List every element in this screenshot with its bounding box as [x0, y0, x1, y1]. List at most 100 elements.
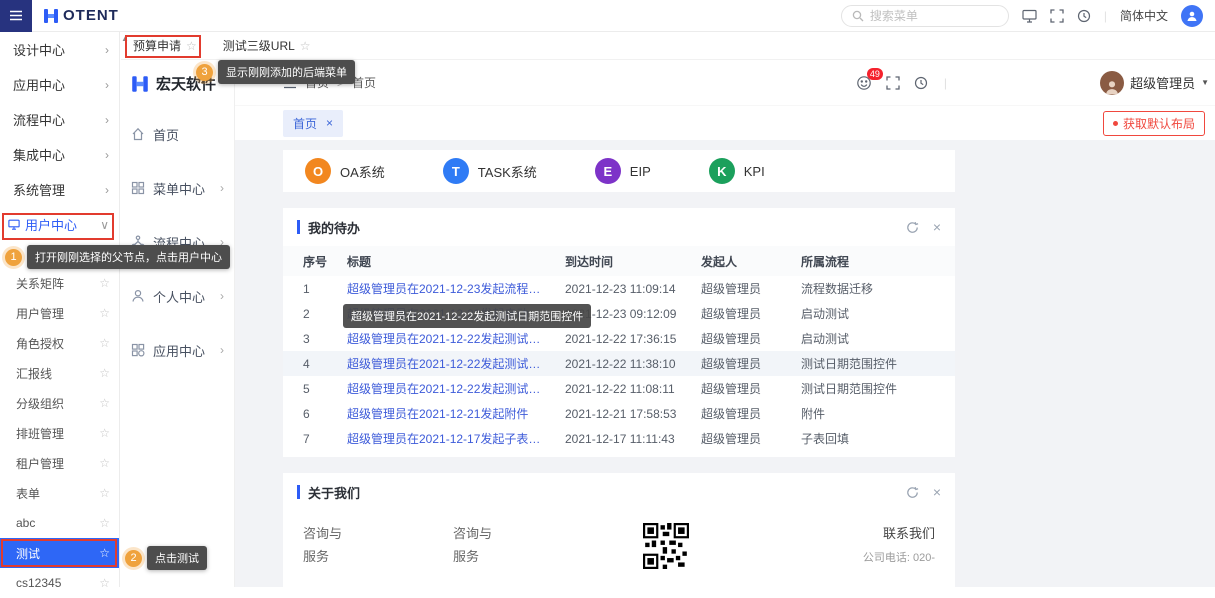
about-body: 咨询与 服务 咨询与 服务: [283, 511, 955, 587]
monitor-icon[interactable]: [1022, 9, 1037, 23]
topbar-avatar[interactable]: [1181, 5, 1203, 27]
sidebar-subitem-abc[interactable]: abc ☆: [0, 508, 119, 538]
favorite-star-icon[interactable]: ☆: [300, 39, 311, 53]
task-system-icon: T: [443, 158, 469, 184]
favorites-tabstrip: 预算申请 ☆ 测试三级URL ☆: [121, 32, 1215, 60]
menu-label: 首页: [153, 125, 179, 144]
search-input[interactable]: [870, 9, 998, 23]
favorite-star-icon[interactable]: ☆: [99, 516, 110, 530]
hamburger-icon: [9, 10, 23, 21]
sidebar-subitem-test[interactable]: 测试 ☆: [0, 538, 119, 568]
sidebar-subitem-user-management[interactable]: 用户管理 ☆: [0, 298, 119, 328]
sidebar-item-app-center[interactable]: 应用中心 ›: [0, 67, 119, 102]
subitem-label: 角色授权: [16, 335, 64, 352]
favorite-star-icon[interactable]: ☆: [99, 366, 110, 380]
refresh-icon[interactable]: [906, 221, 919, 234]
brand-text: OTENT: [63, 7, 119, 24]
language-switcher[interactable]: 简体中文: [1120, 7, 1168, 24]
messages-icon[interactable]: 49: [856, 75, 872, 91]
todo-title-link[interactable]: 超级管理员在2021-12-23发起流程数据迁移: [339, 276, 557, 301]
cell-starter: 超级管理员: [693, 401, 793, 426]
favorite-star-icon[interactable]: ☆: [99, 486, 110, 500]
chevron-right-icon: ›: [105, 183, 109, 197]
sidebar-subitem-form[interactable]: 表单 ☆: [0, 478, 119, 508]
todo-title-link[interactable]: 超级管理员在2021-12-17发起子表回填: [339, 426, 557, 451]
cell-seq: 1: [283, 276, 339, 301]
quick-link-task[interactable]: T TASK系统: [443, 158, 537, 184]
sidebar-subitem-hierarchical-org[interactable]: 分级组织 ☆: [0, 388, 119, 418]
sidebar-subitem-report-line[interactable]: 汇报线 ☆: [0, 358, 119, 388]
chevron-right-icon: ›: [220, 181, 224, 195]
sidebar-item-flow-center[interactable]: 流程中心 ›: [0, 102, 119, 137]
refresh-history-icon[interactable]: [914, 76, 928, 90]
chevron-down-icon: ∨: [100, 218, 109, 232]
quick-link-oa[interactable]: O OA系统: [305, 158, 385, 184]
table-row[interactable]: 1 超级管理员在2021-12-23发起流程数据迁移 2021-12-23 11…: [283, 276, 955, 301]
table-row[interactable]: 7 超级管理员在2021-12-17发起子表回填 2021-12-17 11:1…: [283, 426, 955, 451]
portal-menu-menu-center[interactable]: 菜单中心 ›: [121, 161, 234, 215]
table-row[interactable]: 6 超级管理员在2021-12-21发起附件 2021-12-21 17:58:…: [283, 401, 955, 426]
quick-link-kpi[interactable]: K KPI: [709, 158, 765, 184]
user-center-submenu: 关系矩阵 ☆ 用户管理 ☆ 角色授权 ☆ 汇报线 ☆ 分级组织 ☆ 排班管理 ☆…: [0, 268, 119, 598]
close-icon[interactable]: ×: [326, 116, 333, 130]
favorite-star-icon[interactable]: ☆: [99, 546, 110, 560]
favorite-star-icon[interactable]: ☆: [99, 426, 110, 440]
sidebar-subitem-relation-matrix[interactable]: 关系矩阵 ☆: [0, 268, 119, 298]
favorite-star-icon[interactable]: ☆: [99, 306, 110, 320]
tab-test-level3-url[interactable]: 测试三级URL ☆: [223, 37, 311, 54]
divider: |: [1104, 9, 1107, 23]
table-row[interactable]: 4 超级管理员在2021-12-22发起测试日期范... 2021-12-22 …: [283, 351, 955, 376]
portal-menu-home[interactable]: 首页: [121, 107, 234, 161]
cell-seq: 4: [283, 351, 339, 376]
scrollbar-up-arrow[interactable]: ▲: [121, 35, 129, 43]
todo-title-link[interactable]: 超级管理员在2021-12-22发起测试日期范...: [339, 351, 557, 376]
chevron-right-icon: ›: [105, 148, 109, 162]
fullscreen-icon[interactable]: [886, 76, 900, 90]
portal-menu-personal-center[interactable]: 个人中心 ›: [121, 269, 234, 323]
hotent-logo-icon: [42, 7, 60, 25]
cell-starter: 超级管理员: [693, 376, 793, 401]
quick-link-eip[interactable]: E EIP: [595, 158, 651, 184]
favorite-star-icon[interactable]: ☆: [99, 576, 110, 590]
favorite-star-icon[interactable]: ☆: [99, 336, 110, 350]
refresh-icon[interactable]: [906, 486, 919, 499]
menu-label: 个人中心: [153, 287, 205, 306]
sidebar-subitem-shift-management[interactable]: 排班管理 ☆: [0, 418, 119, 448]
tab-home-page[interactable]: 首页 ×: [283, 110, 343, 137]
table-row[interactable]: 5 超级管理员在2021-12-22发起测试日期范... 2021-12-22 …: [283, 376, 955, 401]
close-icon[interactable]: ×: [933, 485, 941, 499]
menu-toggle-button[interactable]: [0, 0, 32, 32]
row-hover-tooltip: 超级管理员在2021-12-22发起测试日期范围控件: [343, 304, 591, 328]
history-icon[interactable]: [1077, 9, 1091, 23]
table-row[interactable]: 3 超级管理员在2021-12-22发起测试日期范... 2021-12-22 …: [283, 326, 955, 351]
todo-panel-title: 我的待办: [297, 218, 360, 237]
sidebar-item-system-management[interactable]: 系统管理 ›: [0, 172, 119, 207]
page-tabbar: 首页 × 获取默认布局: [235, 106, 1215, 140]
sidebar-subitem-cs12345[interactable]: cs12345 ☆: [0, 568, 119, 598]
sidebar-subitem-role-authorization[interactable]: 角色授权 ☆: [0, 328, 119, 358]
favorite-star-icon[interactable]: ☆: [99, 276, 110, 290]
todo-title-link[interactable]: 超级管理员在2021-12-22发起测试日期范...: [339, 326, 557, 351]
todo-title-link[interactable]: 超级管理员在2021-12-22发起测试日期范...: [339, 376, 557, 401]
favorite-star-icon[interactable]: ☆: [99, 396, 110, 410]
portal-menu-app-center[interactable]: 应用中心 ›: [121, 323, 234, 377]
todo-panel-header: 我的待办 ×: [283, 208, 955, 246]
user-name: 超级管理员: [1130, 73, 1195, 92]
get-default-layout-button[interactable]: 获取默认布局: [1103, 111, 1205, 136]
tab-budget-request[interactable]: 预算申请 ☆: [133, 37, 197, 54]
sidebar-item-design-center[interactable]: 设计中心 ›: [0, 32, 119, 67]
favorite-star-icon[interactable]: ☆: [186, 39, 197, 53]
sidebar-item-user-center[interactable]: 用户中心 ∨: [0, 207, 119, 242]
favorite-star-icon[interactable]: ☆: [99, 456, 110, 470]
cell-time: 2021-12-22 11:38:10: [557, 351, 693, 376]
cell-starter: 超级管理员: [693, 326, 793, 351]
cell-flow: 启动测试: [793, 301, 955, 326]
fullscreen-icon[interactable]: [1050, 9, 1064, 23]
menu-search[interactable]: [841, 5, 1009, 27]
user-menu[interactable]: 超级管理员 ▼: [1100, 60, 1209, 105]
close-icon[interactable]: ×: [933, 220, 941, 234]
sidebar-subitem-tenant-management[interactable]: 租户管理 ☆: [0, 448, 119, 478]
sidebar-item-integration-center[interactable]: 集成中心 ›: [0, 137, 119, 172]
todo-title-link[interactable]: 超级管理员在2021-12-21发起附件: [339, 401, 557, 426]
cell-flow: 流程数据迁移: [793, 276, 955, 301]
